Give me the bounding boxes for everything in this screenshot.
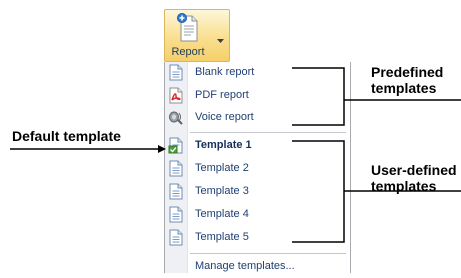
annotation-default-template: Default template <box>12 128 121 144</box>
annotation-text: Predefined <box>371 64 444 80</box>
annotation-user-defined: User-defined templates <box>371 162 457 194</box>
annotation-text: User-defined <box>371 162 457 178</box>
annotation-predefined: Predefined templates <box>371 64 443 96</box>
annotation-text: Default template <box>12 128 121 144</box>
annotation-text: templates <box>371 178 437 194</box>
annotation-text: templates <box>371 80 437 96</box>
